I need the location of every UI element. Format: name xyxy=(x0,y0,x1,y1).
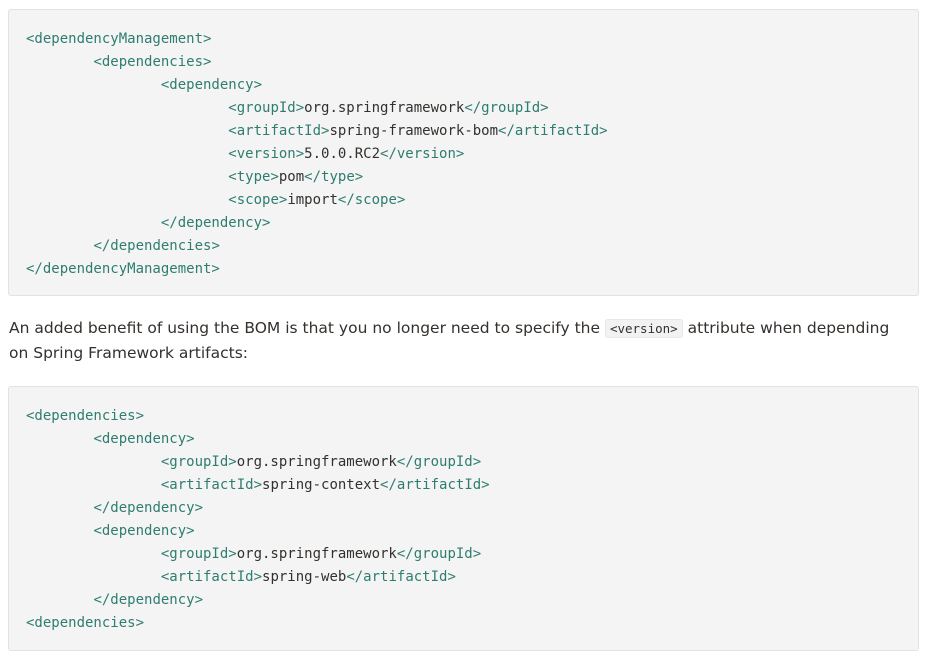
code-tag: </artifactId> xyxy=(498,123,608,139)
bom-benefit-paragraph: An added benefit of using the BOM is tha… xyxy=(9,316,909,366)
code-tag: </scope> xyxy=(337,192,406,208)
code-tag: <dependencyManagement> xyxy=(26,31,212,47)
code-tag: <version> xyxy=(228,146,305,162)
code-text: pom xyxy=(278,169,305,185)
code-line: </dependency> xyxy=(26,589,918,612)
code-tag: </artifactId> xyxy=(346,569,456,585)
inline-code-version: <version> xyxy=(604,319,683,338)
paragraph-text-before: An added benefit of using the BOM is tha… xyxy=(9,319,605,337)
code-line: <dependencies> xyxy=(26,405,918,428)
code-tag: <groupId> xyxy=(228,100,305,116)
code-tag: </groupId> xyxy=(396,454,482,470)
code-tag: <dependency> xyxy=(93,431,195,447)
code-tag: </groupId> xyxy=(464,100,549,116)
code-block-dependencies: <dependencies> <dependency> <groupId>org… xyxy=(8,386,919,651)
code-line: <groupId>org.springframework</groupId> xyxy=(26,97,918,120)
code-line: <artifactId>spring-web</artifactId> xyxy=(26,566,918,589)
code-tag: </dependency> xyxy=(93,500,204,516)
code-text: import xyxy=(287,192,338,208)
code-text: org.springframework xyxy=(304,100,465,116)
code-line: </dependency> xyxy=(26,212,918,235)
code-tag: <dependency> xyxy=(160,77,263,93)
code-tag: <dependencies> xyxy=(26,615,145,631)
code-line: <dependency> xyxy=(26,520,918,543)
code-line: <dependency> xyxy=(26,74,918,97)
code-tag: <groupId> xyxy=(160,546,237,562)
code-text: org.springframework xyxy=(236,546,397,562)
code-tag: <artifactId> xyxy=(160,569,263,585)
code-tag: <dependency> xyxy=(93,523,195,539)
code-block-dependency-management: <dependencyManagement> <dependencies> <d… xyxy=(8,9,919,296)
code-tag: <dependencies> xyxy=(93,54,212,70)
code-line: <dependencies> xyxy=(26,51,918,74)
code-tag: </artifactId> xyxy=(380,477,490,493)
code-text: spring-framework-bom xyxy=(329,123,499,139)
code-line: <groupId>org.springframework</groupId> xyxy=(26,543,918,566)
code-line: </dependency> xyxy=(26,497,918,520)
code-tag: </dependency> xyxy=(93,592,204,608)
code-tag: <scope> xyxy=(228,192,288,208)
code-line: <dependencyManagement> xyxy=(26,28,918,51)
code-line: <scope>import</scope> xyxy=(26,189,918,212)
code-tag: <groupId> xyxy=(160,454,237,470)
code-line: <dependencies> xyxy=(26,612,918,635)
code-tag: </type> xyxy=(304,169,364,185)
code-line: <version>5.0.0.RC2</version> xyxy=(26,143,918,166)
code-tag: <artifactId> xyxy=(160,477,263,493)
code-line: <groupId>org.springframework</groupId> xyxy=(26,451,918,474)
code-text: spring-context xyxy=(262,477,381,493)
code-line: <artifactId>spring-context</artifactId> xyxy=(26,474,918,497)
code-line: </dependencyManagement> xyxy=(26,258,918,281)
code-line: <artifactId>spring-framework-bom</artifa… xyxy=(26,120,918,143)
code-tag: </dependencyManagement> xyxy=(26,261,220,277)
code-text: 5.0.0.RC2 xyxy=(304,146,381,162)
code-line: </dependencies> xyxy=(26,235,918,258)
code-tag: <type> xyxy=(228,169,279,185)
code-tag: <dependencies> xyxy=(26,408,145,424)
code-text: org.springframework xyxy=(236,454,397,470)
code-tag: <artifactId> xyxy=(228,123,330,139)
code-tag: </version> xyxy=(380,146,465,162)
code-tag: </dependencies> xyxy=(93,238,220,254)
code-line: <dependency> xyxy=(26,428,918,451)
code-text: spring-web xyxy=(262,569,347,585)
code-line: <type>pom</type> xyxy=(26,166,918,189)
code-tag: </groupId> xyxy=(396,546,482,562)
code-tag: </dependency> xyxy=(160,215,271,231)
